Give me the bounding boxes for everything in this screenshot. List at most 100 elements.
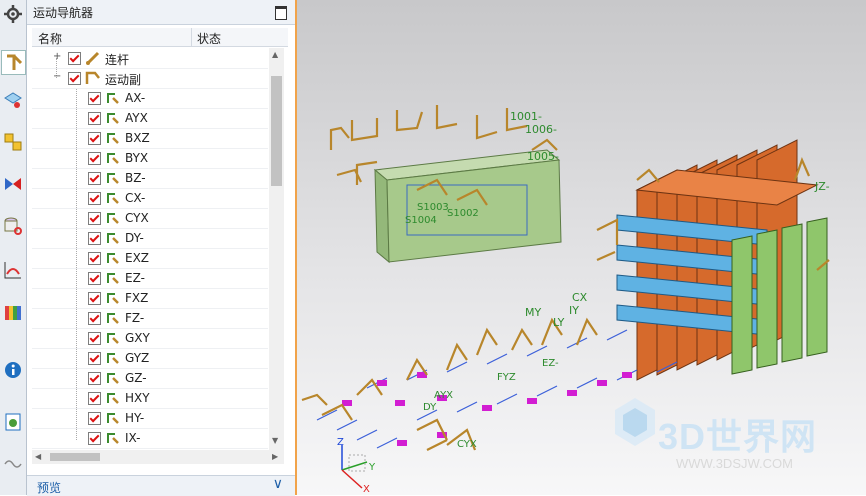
constraint-navigator-icon[interactable] [1, 172, 24, 195]
motion-navigator-icon[interactable] [1, 50, 26, 75]
graphics-viewport[interactable]: 1001- 1006- 1005- S1003 S1004 S1002 JZ- … [297, 0, 866, 495]
navigator-title-bar: 运动导航器 [27, 0, 295, 25]
visibility-checkbox[interactable] [88, 372, 101, 385]
tree-row-joint[interactable]: EZ- [32, 268, 268, 289]
part-navigator-icon[interactable] [1, 88, 24, 111]
watermark-url: WWW.3DSJW.COM [676, 456, 793, 471]
reuse-library-icon[interactable] [1, 214, 24, 237]
tree-item-label: FZ- [125, 311, 145, 325]
visibility-checkbox[interactable] [88, 312, 101, 325]
horizontal-scrollbar[interactable]: ◀ ▶ [32, 450, 284, 464]
system-materials-icon[interactable] [1, 300, 24, 323]
tree-row-joint[interactable]: BZ- [32, 168, 268, 189]
visibility-checkbox[interactable] [88, 392, 101, 405]
horizontal-scroll-thumb[interactable] [50, 453, 100, 461]
joint-annotation: EZ- [542, 358, 559, 369]
scroll-right-arrow-icon[interactable]: ▶ [272, 452, 278, 461]
tree-item-label: 连杆 [105, 53, 130, 67]
coordinate-triad [341, 445, 368, 489]
tree-item-label: BYX [125, 151, 149, 165]
tree-row-joints[interactable]: − 运动副 [32, 68, 268, 89]
tree-row-links[interactable]: + 连杆 [32, 48, 268, 69]
tree-row-joint[interactable]: CYX [32, 208, 268, 229]
visibility-checkbox[interactable] [88, 112, 101, 125]
visibility-checkbox[interactable] [68, 52, 81, 65]
tree-item-label: BXZ [125, 131, 150, 145]
joint-icon [107, 113, 119, 124]
tree-row-joint[interactable]: HY- [32, 408, 268, 429]
settings-gear-icon[interactable] [1, 2, 24, 25]
joint-icon [107, 153, 119, 164]
visibility-checkbox[interactable] [88, 252, 101, 265]
column-status-header[interactable]: 状态 [197, 30, 221, 47]
assembly-navigator-icon[interactable] [1, 130, 24, 153]
tree-row-joint[interactable]: EXZ [32, 248, 268, 269]
expand-icon[interactable]: + [53, 52, 61, 62]
history-icon[interactable] [1, 258, 24, 281]
joint-annotation: 1001- [510, 110, 542, 123]
tree-row-joint[interactable]: GXY [32, 328, 268, 349]
tree-row-joint[interactable]: BXZ [32, 128, 268, 149]
visibility-checkbox[interactable] [88, 232, 101, 245]
tree-item-label: IX- [125, 431, 141, 445]
visibility-checkbox[interactable] [88, 272, 101, 285]
tree-row-joint[interactable]: AX- [32, 88, 268, 109]
tree-row-joint[interactable]: HXY [32, 388, 268, 409]
roles-icon[interactable] [1, 452, 24, 475]
joint-annotation: S1002 [447, 208, 479, 219]
visibility-checkbox[interactable] [88, 292, 101, 305]
tree-item-label: GYZ [125, 351, 150, 365]
tree-row-joint[interactable]: IX- [32, 428, 268, 449]
tree-item-label: 运动副 [105, 73, 142, 87]
web-browser-icon[interactable] [1, 410, 24, 433]
preview-section[interactable]: 预览 ∨ [27, 475, 295, 496]
maximize-icon[interactable] [275, 6, 287, 20]
joint-annotation: 1005- [527, 150, 559, 163]
preview-label: 预览 [37, 481, 62, 495]
tree-row-joint[interactable]: GZ- [32, 368, 268, 389]
collapse-icon[interactable]: − [53, 72, 61, 82]
joint-annotation: DY [423, 402, 437, 413]
watermark-title: 3D世界网 [658, 416, 818, 457]
vertical-scroll-thumb[interactable] [271, 76, 282, 186]
column-divider[interactable] [191, 28, 192, 46]
visibility-checkbox[interactable] [88, 92, 101, 105]
visibility-checkbox[interactable] [88, 192, 101, 205]
scroll-down-arrow-icon[interactable]: ▼ [272, 436, 278, 445]
visibility-checkbox[interactable] [88, 152, 101, 165]
chevron-down-icon[interactable]: ∨ [273, 476, 283, 492]
tree-row-joint[interactable]: GYZ [32, 348, 268, 369]
tree-row-joint[interactable]: BYX [32, 148, 268, 169]
tree-item-label: AX- [125, 91, 146, 105]
scroll-up-arrow-icon[interactable]: ▲ [272, 50, 278, 59]
visibility-checkbox[interactable] [88, 432, 101, 445]
triad-x-label: X [363, 484, 370, 495]
joint-icon [107, 233, 119, 244]
visibility-checkbox[interactable] [88, 212, 101, 225]
visibility-checkbox[interactable] [88, 132, 101, 145]
joint-icon [107, 333, 119, 344]
visibility-checkbox[interactable] [88, 412, 101, 425]
info-icon[interactable] [1, 358, 24, 381]
scroll-left-arrow-icon[interactable]: ◀ [35, 452, 41, 461]
tree-row-joint[interactable]: AYX [32, 108, 268, 129]
visibility-checkbox[interactable] [68, 72, 81, 85]
tree-row-joint[interactable]: FZ- [32, 308, 268, 329]
tree-row-joint[interactable]: CX- [32, 188, 268, 209]
watermark-logo [615, 398, 655, 446]
joint-icon [107, 193, 119, 204]
tree-row-joint[interactable]: FXZ [32, 288, 268, 309]
visibility-checkbox[interactable] [88, 332, 101, 345]
joint-annotation: 1006- [525, 123, 557, 136]
joint-icon [107, 353, 119, 364]
joint-icon [107, 133, 119, 144]
visibility-checkbox[interactable] [88, 352, 101, 365]
column-name-header[interactable]: 名称 [38, 30, 62, 47]
visibility-checkbox[interactable] [88, 172, 101, 185]
triad-z-label: Z [337, 437, 344, 448]
vertical-scrollbar[interactable]: ▲ ▼ [269, 48, 284, 450]
tree-row-joint[interactable]: DY- [32, 228, 268, 249]
joint-annotation: IY [569, 304, 579, 317]
joint-icon [107, 173, 119, 184]
joint-icon [107, 313, 119, 324]
